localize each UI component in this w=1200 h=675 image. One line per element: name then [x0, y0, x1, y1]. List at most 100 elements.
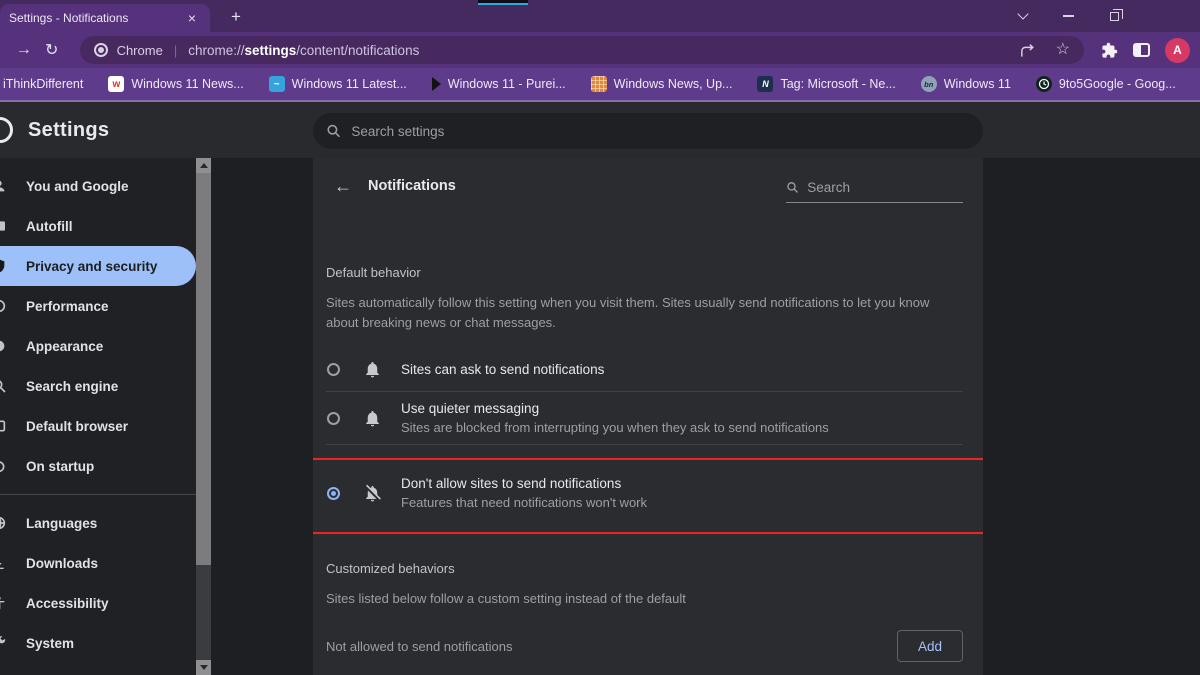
bookmark-favicon: N — [757, 76, 773, 92]
settings-search-input[interactable] — [351, 124, 970, 139]
back-arrow-icon[interactable]: ← — [334, 176, 352, 197]
wrench-icon — [0, 635, 7, 651]
default-behavior-label: Default behavior — [326, 265, 983, 280]
content-area: ← Notifications Default behavior Sites a… — [211, 158, 1200, 675]
profile-avatar[interactable]: A — [1165, 38, 1190, 63]
sidebar-item-default-browser[interactable]: Default browser — [0, 406, 196, 446]
active-tab[interactable]: Settings - Notifications × — [0, 4, 210, 32]
bookmark-item[interactable]: iThinkDifferent — [3, 77, 83, 91]
bell-icon — [363, 409, 383, 428]
sidebar-item-languages[interactable]: Languages — [0, 503, 196, 543]
not-allowed-label: Not allowed to send notifications — [326, 639, 512, 654]
reload-button[interactable]: ↻ — [38, 40, 66, 60]
tab-strip: Settings - Notifications × + — [0, 0, 1200, 32]
radio-selected[interactable] — [327, 487, 340, 500]
not-allowed-row: Not allowed to send notifications Add — [326, 630, 963, 662]
minimize-button[interactable] — [1053, 0, 1083, 32]
bookmark-item[interactable]: NTag: Microsoft - Ne... — [757, 76, 895, 92]
sidebar-item-you-and-google[interactable]: You and Google — [0, 166, 196, 206]
sidebar-item-search-engine[interactable]: Search engine — [0, 366, 196, 406]
divider — [326, 444, 963, 445]
bell-off-icon — [363, 484, 383, 503]
tab-close-icon[interactable]: × — [183, 9, 201, 27]
radio-unselected[interactable] — [327, 412, 340, 425]
bell-icon — [363, 360, 383, 379]
window-controls — [1000, 0, 1200, 32]
extensions-puzzle-icon[interactable] — [1101, 42, 1118, 59]
bookmark-item[interactable]: Windows 11 - Purei... — [432, 77, 566, 91]
default-behavior-description: Sites automatically follow this setting … — [326, 293, 944, 333]
notifications-card: ← Notifications Default behavior Sites a… — [313, 158, 983, 675]
bookmark-item[interactable]: Windows News, Up... — [591, 76, 733, 92]
share-icon[interactable] — [1019, 42, 1036, 59]
omnibox-separator: | — [174, 43, 177, 58]
bookmark-favicon: bn — [921, 76, 937, 92]
content-scrollbar[interactable] — [196, 158, 211, 675]
accessibility-icon — [0, 595, 7, 611]
magnifier-icon — [0, 378, 7, 394]
sidebar-item-privacy-and-security[interactable]: Privacy and security — [0, 246, 196, 286]
sidebar-item-performance[interactable]: Performance — [0, 286, 196, 326]
tab-title: Settings - Notifications — [9, 11, 183, 25]
settings-sidebar: You and Google Autofill Privacy and secu… — [0, 158, 196, 675]
speedometer-icon — [0, 298, 7, 314]
sidebar-item-appearance[interactable]: Appearance — [0, 326, 196, 366]
bookmark-favicon: w — [108, 76, 124, 92]
shield-icon — [0, 258, 7, 274]
person-icon — [0, 178, 7, 194]
option-dont-allow[interactable]: Don't allow sites to send notifications … — [313, 467, 983, 519]
bookmark-item[interactable]: ~Windows 11 Latest... — [269, 76, 407, 92]
browser-icon — [0, 418, 7, 434]
sidebar-item-accessibility[interactable]: Accessibility — [0, 583, 196, 623]
sidebar-item-on-startup[interactable]: On startup — [0, 446, 196, 486]
new-tab-button[interactable]: + — [222, 5, 250, 29]
search-icon — [326, 123, 341, 139]
sidebar-divider — [0, 494, 196, 495]
option-sites-can-ask[interactable]: Sites can ask to send notifications — [313, 347, 983, 391]
page-title: Settings — [28, 119, 109, 142]
forward-button[interactable]: → — [10, 41, 38, 59]
customized-behaviors-description: Sites listed below follow a custom setti… — [326, 589, 944, 609]
scrollbar-thumb[interactable] — [196, 173, 211, 565]
url-text: chrome://settings/content/notifications — [188, 43, 419, 58]
card-search-field[interactable] — [786, 180, 963, 203]
autofill-icon — [0, 218, 7, 234]
sidebar-item-system[interactable]: System — [0, 623, 196, 663]
card-search-input[interactable] — [807, 180, 963, 195]
settings-header: Settings — [0, 100, 1200, 158]
globe-icon — [0, 515, 7, 531]
bookmark-item[interactable]: bnWindows 11 — [921, 76, 1011, 92]
customized-behaviors-label: Customized behaviors — [326, 561, 983, 576]
side-panel-icon[interactable] — [1133, 43, 1150, 57]
chrome-page-icon — [94, 43, 108, 57]
add-button[interactable]: Add — [897, 630, 963, 662]
settings-search-box[interactable] — [313, 113, 983, 149]
bookmark-favicon — [591, 76, 607, 92]
sidebar-item-downloads[interactable]: Downloads — [0, 543, 196, 583]
bookmark-favicon — [1036, 76, 1052, 92]
detail-header: ← Notifications — [313, 158, 983, 214]
sidebar-item-autofill[interactable]: Autofill — [0, 206, 196, 246]
address-bar[interactable]: Chrome | chrome://settings/content/notif… — [80, 36, 1084, 64]
bookmarks-bar: iThinkDifferent wWindows 11 News... ~Win… — [0, 68, 1200, 100]
screen-artifact — [478, 0, 528, 5]
bookmark-star-icon[interactable]: ☆ — [1056, 42, 1070, 58]
bookmark-item[interactable]: wWindows 11 News... — [108, 76, 243, 92]
bookmark-item[interactable]: 9to5Google - Goog... — [1036, 76, 1176, 92]
detail-title: Notifications — [368, 178, 456, 194]
highlight-annotation-box: Don't allow sites to send notifications … — [313, 458, 983, 534]
bookmark-favicon: ~ — [269, 76, 285, 92]
scroll-up-button[interactable] — [196, 158, 211, 173]
scroll-down-button[interactable] — [196, 660, 211, 675]
palette-icon — [0, 338, 7, 354]
tab-search-chevron-icon[interactable] — [1008, 0, 1038, 32]
restore-button[interactable] — [1099, 0, 1129, 32]
search-icon — [786, 180, 799, 195]
bookmark-favicon — [432, 77, 441, 91]
power-icon — [0, 458, 7, 474]
engine-label: Chrome — [117, 43, 163, 58]
radio-unselected[interactable] — [327, 363, 340, 376]
chrome-logo-icon — [0, 117, 13, 143]
option-quieter-messaging[interactable]: Use quieter messaging Sites are blocked … — [313, 392, 983, 444]
browser-toolbar: → ↻ Chrome | chrome://settings/content/n… — [0, 32, 1200, 68]
